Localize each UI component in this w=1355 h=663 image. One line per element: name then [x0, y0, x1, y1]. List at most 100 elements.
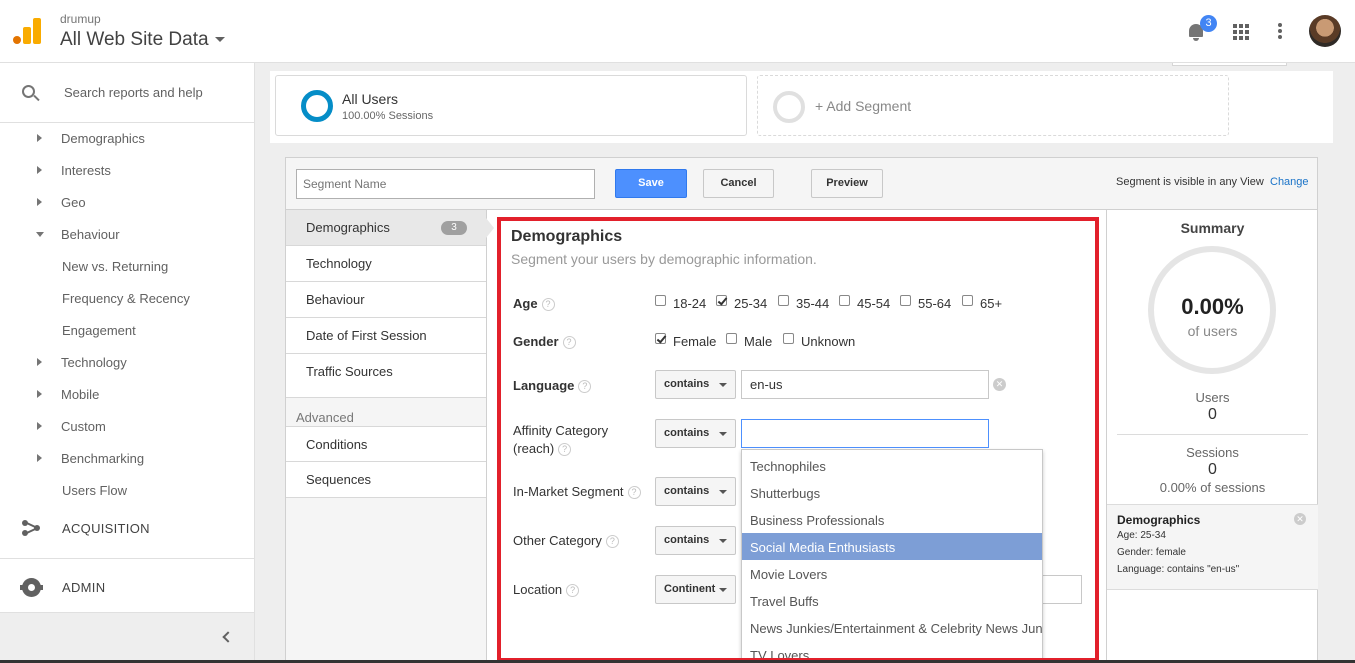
property-selector[interactable]: All Web Site Data	[60, 29, 225, 51]
apps-grid-icon[interactable]	[1233, 24, 1250, 41]
checkbox-gender-female[interactable]	[655, 333, 666, 344]
panel-subtitle: Segment your users by demographic inform…	[511, 251, 817, 267]
help-icon[interactable]: ?	[541, 298, 555, 312]
dropdown-option-highlighted[interactable]: Social Media Enthusiasts	[742, 533, 1042, 560]
checkbox-age-55-64[interactable]	[900, 295, 911, 306]
dropdown-option[interactable]: Movie Lovers	[742, 560, 1042, 587]
analytics-logo-icon[interactable]	[13, 18, 41, 44]
menu-item-sequences[interactable]: Sequences	[286, 462, 486, 498]
dropdown-option[interactable]: News Junkies/Entertainment & Celebrity N…	[742, 614, 1042, 641]
expand-arrow-icon	[37, 390, 42, 398]
sidebar: Search reports and help Demographics Int…	[0, 63, 255, 663]
language-operator-select[interactable]: contains	[655, 370, 736, 399]
add-segment-label: + Add Segment	[815, 98, 912, 114]
dropdown-option[interactable]: TV Lovers	[742, 641, 1042, 658]
account-name: drumup	[60, 12, 101, 26]
visibility-text: Segment is visible in any View	[1116, 176, 1264, 188]
summary-panel: Summary 0.00% of users Users 0 Sessions …	[1106, 210, 1318, 662]
checkbox-age-18-24[interactable]	[655, 295, 666, 306]
segment-name-input[interactable]	[296, 169, 595, 199]
sidebar-item-custom[interactable]: Custom	[0, 411, 254, 443]
segment-ring-icon	[301, 90, 333, 122]
chevron-down-icon	[719, 383, 727, 387]
other-category-operator-select[interactable]: contains	[655, 526, 736, 555]
menu-item-behaviour[interactable]: Behaviour	[286, 282, 486, 318]
summary-detail-gender: Gender: female	[1117, 547, 1186, 558]
preview-button[interactable]: Preview	[811, 169, 883, 198]
sidebar-admin[interactable]: ADMIN	[0, 558, 254, 616]
sidebar-item-behaviour[interactable]: Behaviour	[0, 219, 254, 251]
inmarket-operator-select[interactable]: contains	[655, 477, 736, 506]
help-icon[interactable]: ?	[558, 443, 572, 457]
menu-item-traffic-sources[interactable]: Traffic Sources	[286, 354, 486, 398]
acquisition-icon	[22, 520, 40, 536]
user-avatar[interactable]	[1309, 15, 1341, 47]
summary-detail-language: Language: contains "en-us"	[1117, 564, 1240, 575]
checkbox-age-35-44[interactable]	[778, 295, 789, 306]
sidebar-item-demographics[interactable]: Demographics	[0, 123, 254, 155]
dropdown-option[interactable]: Travel Buffs	[742, 587, 1042, 614]
help-icon[interactable]: ?	[566, 584, 580, 598]
menu-item-conditions[interactable]: Conditions	[286, 426, 486, 462]
affinity-value-input[interactable]	[741, 419, 989, 448]
more-options-icon[interactable]	[1278, 23, 1282, 40]
toolbar-button-partial[interactable]	[1172, 63, 1287, 66]
expand-arrow-icon	[37, 166, 42, 174]
top-header: drumup All Web Site Data 3	[0, 0, 1355, 63]
remove-condition-icon[interactable]: ✕	[1294, 513, 1306, 525]
language-value-input[interactable]: en-us	[741, 370, 989, 399]
checkbox-gender-male[interactable]	[726, 333, 737, 344]
segment-all-users[interactable]: All Users 100.00% Sessions	[275, 75, 747, 136]
affinity-label-reach: (reach)?	[513, 441, 572, 457]
search-placeholder: Search reports and help	[64, 85, 203, 100]
menu-item-technology[interactable]: Technology	[286, 246, 486, 282]
location-operator-select[interactable]: Continent	[655, 575, 736, 604]
chevron-down-icon	[719, 539, 727, 543]
help-icon[interactable]: ?	[605, 535, 619, 549]
sidebar-item-new-vs-returning[interactable]: New vs. Returning	[0, 251, 254, 283]
sidebar-item-interests[interactable]: Interests	[0, 155, 254, 187]
sidebar-acquisition[interactable]: ACQUISITION	[0, 500, 254, 558]
collapse-sidebar-button[interactable]	[0, 612, 254, 663]
summary-detail-age: Age: 25-34	[1117, 530, 1166, 541]
sidebar-item-frequency-recency[interactable]: Frequency & Recency	[0, 283, 254, 315]
users-value: 0	[1208, 406, 1217, 423]
checkbox-age-25-34[interactable]	[716, 295, 727, 306]
expand-arrow-icon	[37, 422, 42, 430]
help-icon[interactable]: ?	[578, 380, 592, 394]
help-icon[interactable]: ?	[562, 336, 576, 350]
clear-icon[interactable]: ✕	[993, 378, 1006, 391]
sidebar-item-technology[interactable]: Technology	[0, 347, 254, 379]
sessions-label: Sessions	[1186, 445, 1239, 460]
menu-item-date-of-first-session[interactable]: Date of First Session	[286, 318, 486, 354]
sidebar-item-geo[interactable]: Geo	[0, 187, 254, 219]
menu-item-demographics[interactable]: Demographics 3	[286, 210, 494, 246]
checkbox-age-45-54[interactable]	[839, 295, 850, 306]
change-visibility-link[interactable]: Change	[1270, 176, 1309, 188]
affinity-operator-select[interactable]: contains	[655, 419, 736, 448]
summary-detail-title: Demographics	[1117, 513, 1201, 527]
summary-percent: 0.00%	[1181, 294, 1244, 319]
dropdown-option[interactable]: Technophiles	[742, 452, 1042, 479]
search-reports[interactable]: Search reports and help	[0, 63, 254, 123]
age-label: Age?	[513, 296, 555, 312]
checkbox-age-65-plus[interactable]	[962, 295, 973, 306]
sessions-percent: 0.00% of sessions	[1159, 480, 1266, 495]
cancel-button[interactable]: Cancel	[703, 169, 774, 198]
sidebar-item-mobile[interactable]: Mobile	[0, 379, 254, 411]
location-label: Location?	[513, 582, 580, 598]
sidebar-item-engagement[interactable]: Engagement	[0, 315, 254, 347]
save-button[interactable]: Save	[615, 169, 687, 198]
gear-icon	[20, 578, 43, 597]
sidebar-item-benchmarking[interactable]: Benchmarking	[0, 443, 254, 475]
add-segment-button[interactable]: + Add Segment	[757, 75, 1229, 136]
dropdown-option[interactable]: Shutterbugs	[742, 479, 1042, 506]
help-icon[interactable]: ?	[627, 486, 641, 500]
dropdown-option[interactable]: Business Professionals	[742, 506, 1042, 533]
chevron-down-icon	[214, 37, 225, 43]
sessions-value: 0	[1208, 461, 1217, 478]
summary-detail: Demographics Age: 25-34 Gender: female L…	[1107, 504, 1318, 590]
expand-arrow-icon	[37, 454, 42, 462]
demographics-panel: Demographics Segment your users by demog…	[497, 217, 1099, 662]
checkbox-gender-unknown[interactable]	[783, 333, 794, 344]
